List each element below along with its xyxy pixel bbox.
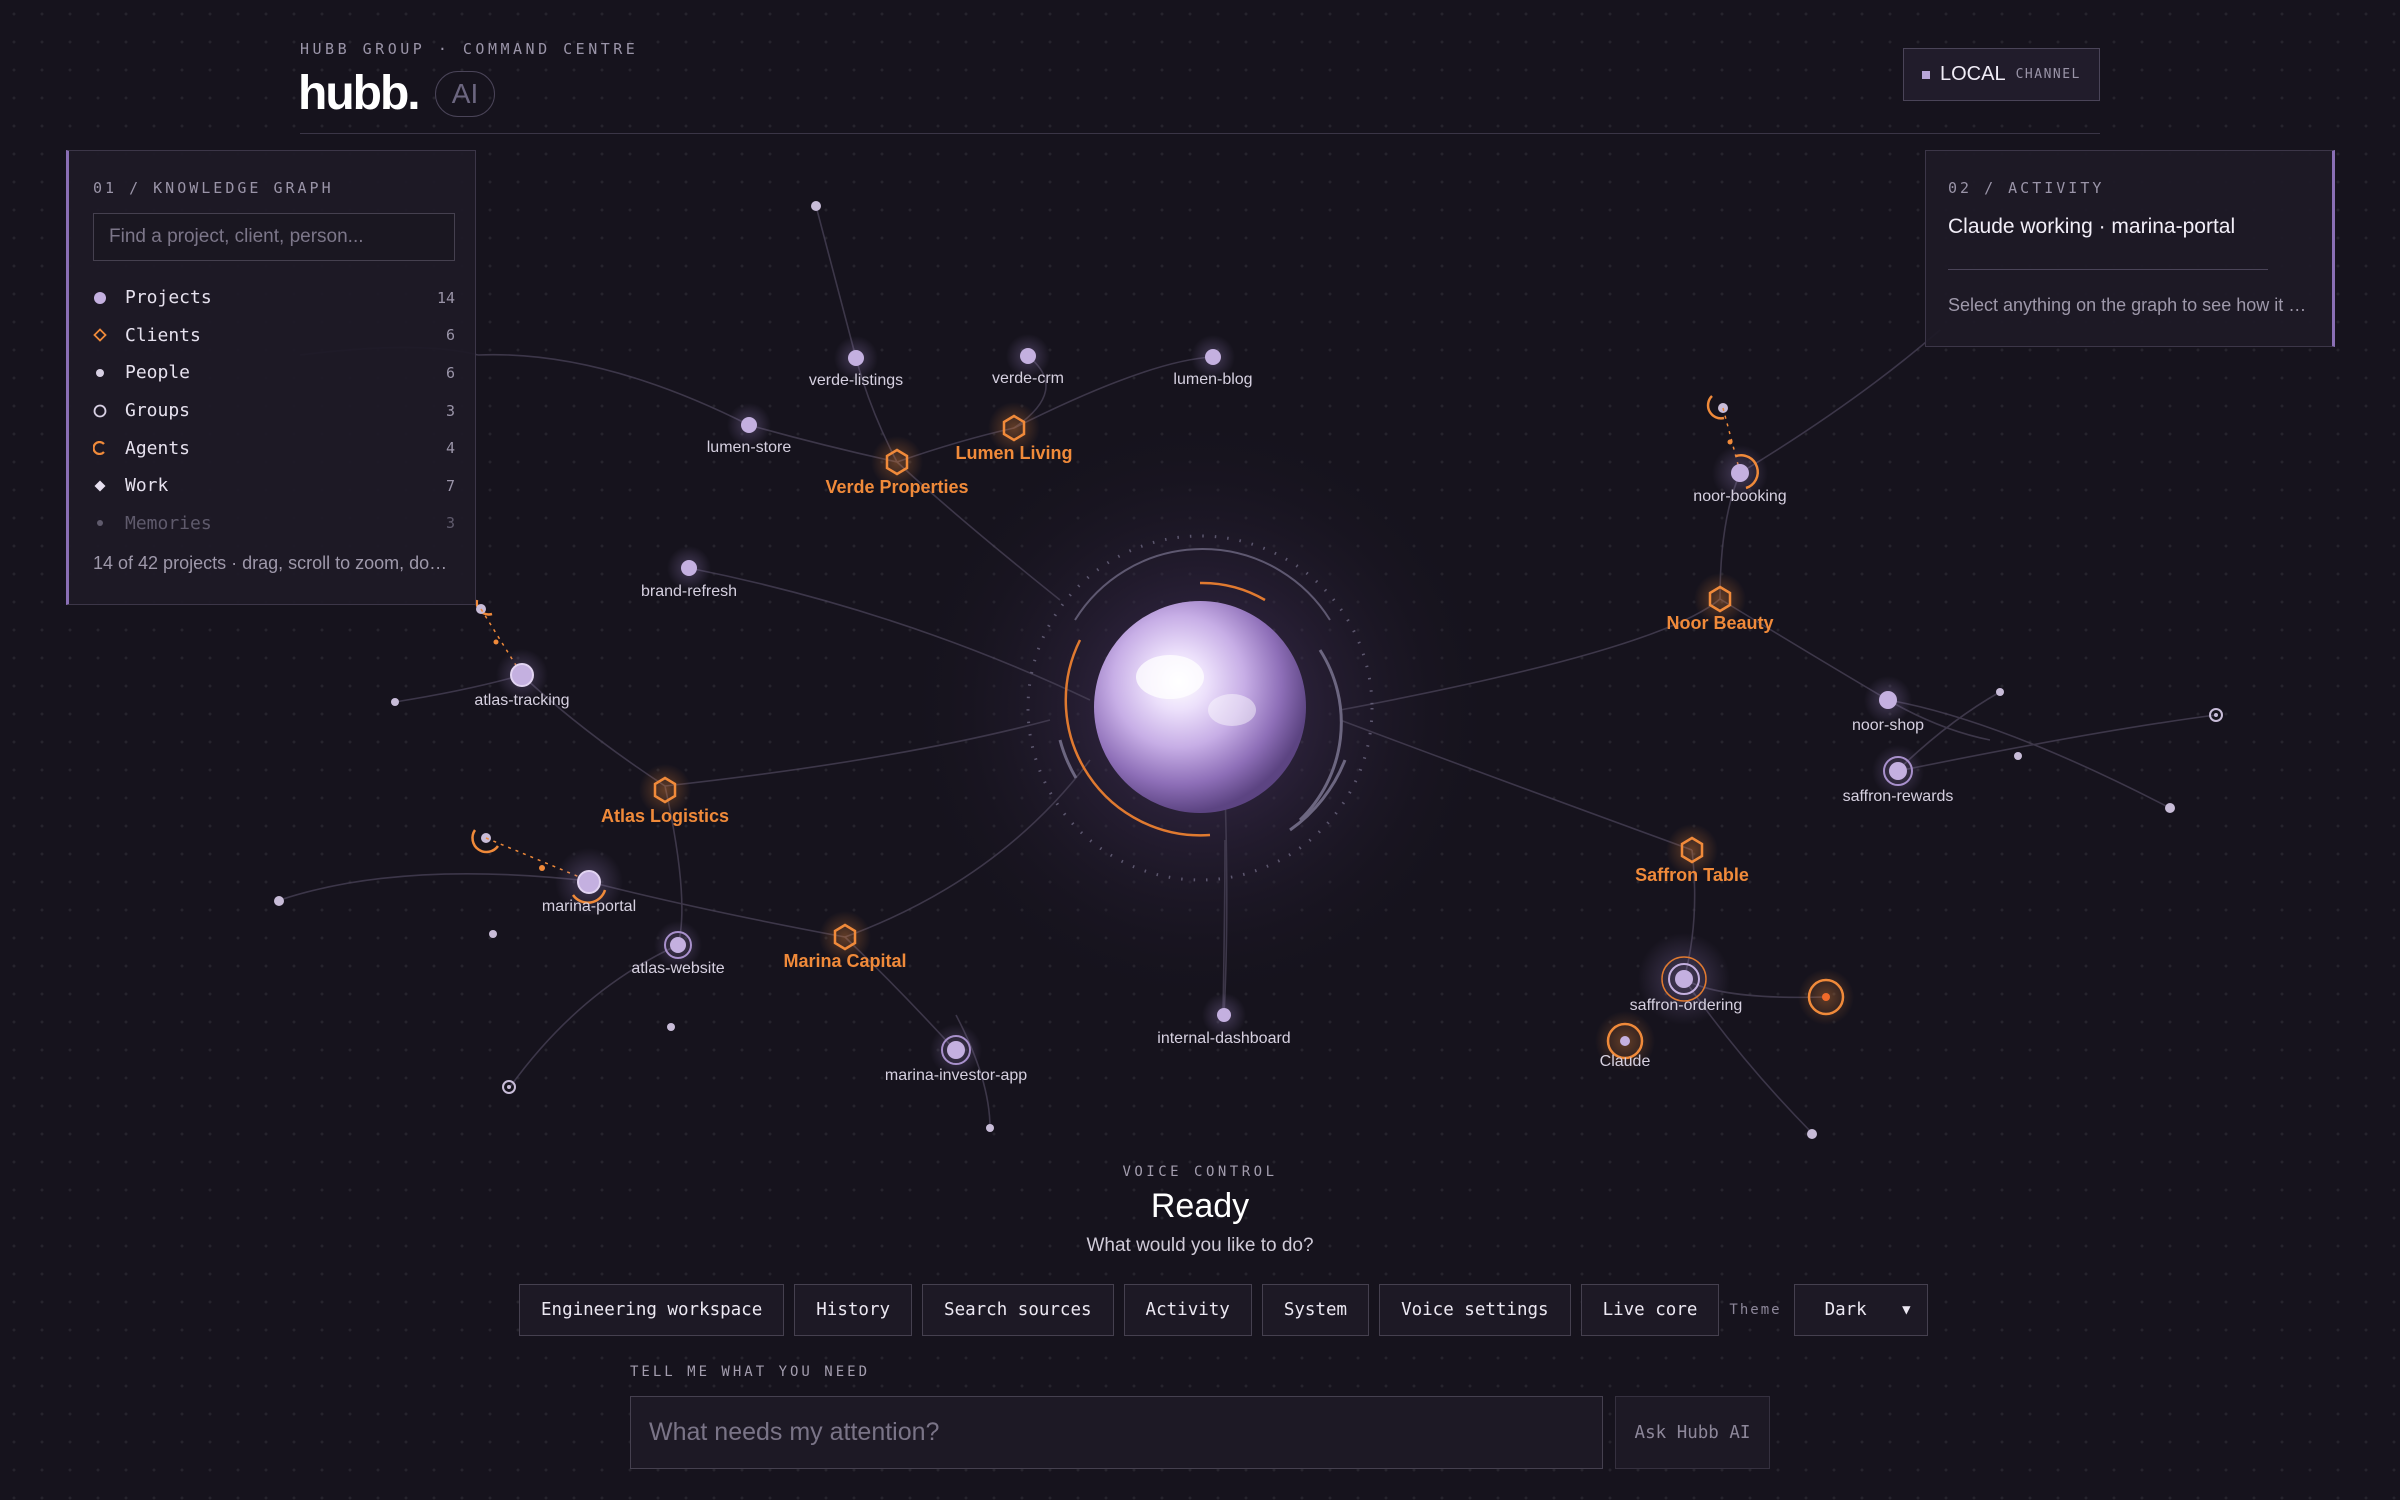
node-label-lumen-blog: lumen-blog	[1173, 371, 1252, 388]
channel-status-icon	[1922, 70, 1930, 79]
legend-item-groups[interactable]: Groups 3	[93, 392, 455, 430]
memory-dot-icon	[93, 516, 107, 530]
node-label-verde-listings: verde-listings	[809, 372, 903, 389]
project-dot-icon	[93, 291, 107, 305]
node-label-atlas-tracking: atlas-tracking	[474, 692, 569, 709]
node-label-claude: Claude	[1600, 1053, 1651, 1070]
node-label-noor-booking: noor-booking	[1693, 488, 1786, 505]
agent-arc-icon	[93, 441, 107, 456]
voice-prompt: What would you like to do?	[1086, 1235, 1314, 1256]
ask-input[interactable]	[630, 1396, 1603, 1469]
node-label-lumen-store: lumen-store	[707, 439, 792, 456]
activity-title: Claude working · marina-portal	[1948, 215, 2236, 238]
header-divider	[300, 133, 2100, 134]
live-core-button[interactable]: Live core	[1580, 1284, 1720, 1336]
activity-divider	[1948, 269, 2268, 270]
node-label-marina-investor-app: marina-investor-app	[885, 1067, 1027, 1084]
channel-selector[interactable]: LOCAL CHANNEL	[1903, 48, 2100, 101]
legend-count: 4	[445, 439, 455, 458]
legend-item-work[interactable]: Work 7	[93, 467, 455, 505]
legend-label: Projects	[125, 287, 212, 309]
action-toolbar: Engineering workspace History Search sou…	[519, 1284, 1928, 1336]
activity-hint: Select anything on the graph to see how …	[1948, 295, 2310, 315]
legend-item-projects[interactable]: Projects 14	[93, 279, 455, 317]
core-sphere[interactable]	[1094, 601, 1306, 813]
legend-label: Clients	[125, 324, 201, 346]
legend-count: 3	[445, 514, 455, 533]
chevron-down-icon: ▼	[1902, 1302, 1911, 1318]
theme-label: Theme	[1729, 1302, 1782, 1318]
core-highlight	[1136, 655, 1204, 699]
legend-label: Memories	[125, 512, 212, 534]
graph-legend: Projects 14 Clients 6 People 6 Groups 3 …	[93, 279, 455, 542]
group-ring-icon	[93, 404, 107, 418]
legend-label: Groups	[125, 400, 191, 422]
legend-item-clients[interactable]: Clients 6	[93, 317, 455, 355]
theme-select[interactable]: Dark ▼	[1793, 1284, 1928, 1336]
activity-panel: 02 / ACTIVITY Claude working · marina-po…	[1925, 150, 2335, 347]
node-label-noor-shop: noor-shop	[1852, 717, 1924, 734]
panel-eyebrow: 02 / ACTIVITY	[1948, 179, 2105, 197]
legend-item-memories[interactable]: Memories 3	[93, 505, 455, 543]
client-diamond-icon	[93, 328, 107, 343]
node-label-brand-refresh: brand-refresh	[641, 583, 737, 600]
node-label-saffron-ordering: saffron-ordering	[1630, 997, 1743, 1014]
search-sources-button[interactable]: Search sources	[922, 1284, 1114, 1336]
node-label-internal-dashboard: internal-dashboard	[1157, 1030, 1290, 1047]
active-task-node[interactable]	[1798, 969, 1854, 1025]
client-label-noor-beauty: Noor Beauty	[1666, 613, 1773, 633]
activity-button[interactable]: Activity	[1123, 1284, 1252, 1336]
engineering-workspace-button[interactable]: Engineering workspace	[519, 1284, 785, 1336]
graph-status-text: 14 of 42 projects · drag, scroll to zoom…	[93, 553, 455, 573]
legend-count: 14	[436, 288, 455, 307]
graph-search-input[interactable]	[93, 213, 455, 261]
legend-count: 6	[445, 363, 455, 382]
legend-count: 6	[445, 326, 455, 345]
legend-item-agents[interactable]: Agents 4	[93, 429, 455, 467]
client-label-verde-properties: Verde Properties	[825, 477, 968, 497]
client-label-atlas-logistics: Atlas Logistics	[601, 806, 729, 826]
legend-item-people[interactable]: People 6	[93, 354, 455, 392]
system-button[interactable]: System	[1261, 1284, 1370, 1336]
voice-status: Ready	[1150, 1187, 1250, 1225]
history-button[interactable]: History	[794, 1284, 913, 1336]
client-label-saffron-table: Saffron Table	[1635, 865, 1749, 885]
knowledge-graph-panel: 01 / KNOWLEDGE GRAPH Projects 14 Clients…	[66, 150, 476, 605]
panel-eyebrow: 01 / KNOWLEDGE GRAPH	[93, 179, 334, 197]
legend-count: 3	[445, 401, 455, 420]
legend-label: Work	[125, 475, 169, 497]
channel-name: LOCAL	[1940, 63, 2006, 85]
node-label-atlas-website: atlas-website	[631, 960, 724, 977]
voice-control-eyebrow: VOICE CONTROL	[1122, 1164, 1278, 1180]
legend-label: People	[125, 362, 191, 384]
theme-value: Dark	[1824, 1300, 1867, 1320]
client-label-marina-capital: Marina Capital	[783, 951, 906, 971]
ask-hubb-ai-button[interactable]: Ask Hubb AI	[1615, 1396, 1770, 1469]
hubb-logo: hubb.	[298, 67, 421, 120]
client-label-lumen-living: Lumen Living	[956, 443, 1073, 463]
person-dot-icon	[93, 366, 107, 380]
ask-label: TELL ME WHAT YOU NEED	[630, 1364, 871, 1380]
channel-suffix: CHANNEL	[2015, 67, 2081, 82]
node-label-saffron-rewards: saffron-rewards	[1843, 788, 1954, 805]
node-label-verde-crm: verde-crm	[992, 370, 1064, 387]
ai-badge: AI	[435, 71, 495, 117]
core-highlight	[1208, 694, 1256, 726]
voice-settings-button[interactable]: Voice settings	[1379, 1284, 1571, 1336]
legend-label: Agents	[125, 437, 191, 459]
brand-eyebrow: HUBB GROUP · COMMAND CENTRE	[300, 40, 639, 58]
work-diamond-icon	[93, 479, 107, 493]
node-label-marina-portal: marina-portal	[542, 898, 636, 915]
legend-count: 7	[445, 476, 455, 495]
